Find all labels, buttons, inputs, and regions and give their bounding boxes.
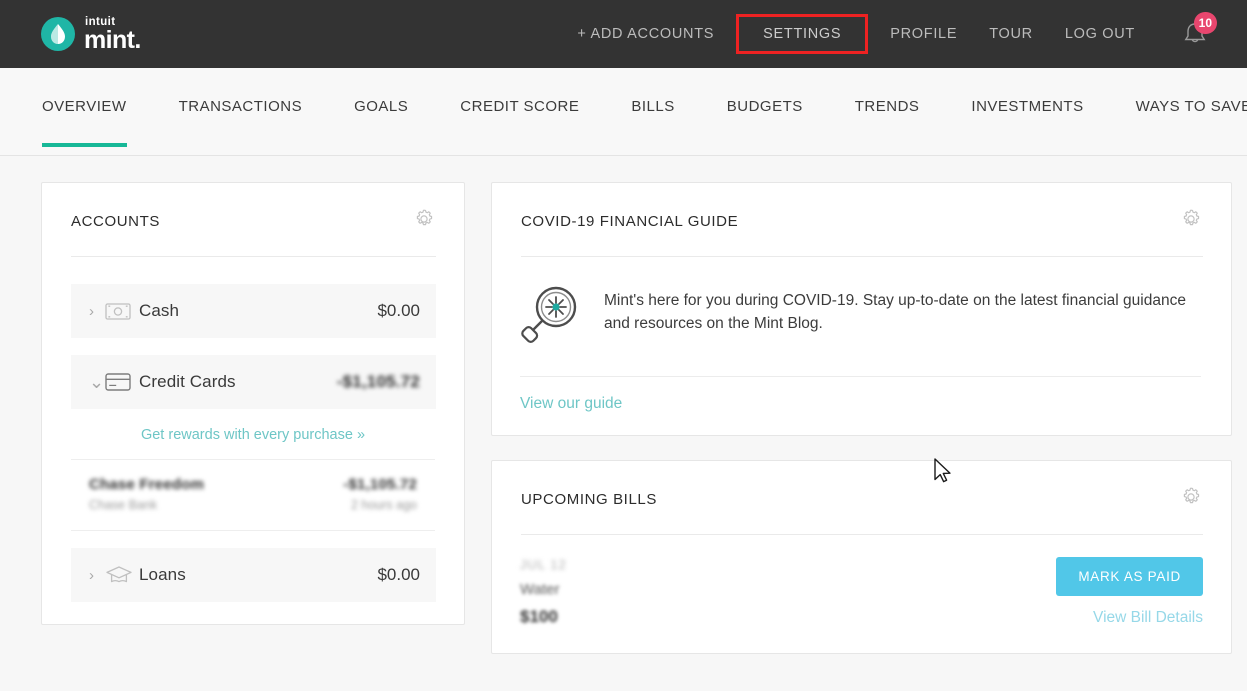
account-group-credit-cards[interactable]: ⌄ Credit Cards -$1,105.72 bbox=[71, 355, 436, 409]
upcoming-bills-card: UPCOMING BILLS JUL 12 Water $100 MARK AS… bbox=[491, 460, 1232, 654]
sub-account-name: Chase Freedom bbox=[89, 476, 204, 493]
covid-card-body: Mint's here for you during COVID-19. Sta… bbox=[492, 257, 1231, 350]
dashboard-main: ACCOUNTS › bbox=[0, 156, 1247, 654]
tab-bills[interactable]: BILLS bbox=[631, 92, 674, 115]
sub-account-row[interactable]: Chase Freedom Chase Bank -$1,105.72 2 ho… bbox=[71, 460, 435, 531]
sub-account-institution: Chase Bank bbox=[89, 498, 204, 512]
sub-account-updated: 2 hours ago bbox=[343, 498, 417, 512]
top-bar: intuit mint. + ADD ACCOUNTS SETTINGS PRO… bbox=[0, 0, 1247, 68]
topnav-settings[interactable]: SETTINGS bbox=[736, 14, 868, 54]
covid-guide-card: COVID-19 FINANCIAL GUIDE bbox=[491, 182, 1232, 436]
tab-investments[interactable]: INVESTMENTS bbox=[971, 92, 1083, 115]
account-group-amount: $0.00 bbox=[377, 565, 420, 585]
bill-row: JUL 12 Water $100 MARK AS PAID View Bill… bbox=[492, 535, 1231, 653]
view-bill-details-link[interactable]: View Bill Details bbox=[1093, 609, 1203, 627]
topnav-profile[interactable]: PROFILE bbox=[874, 16, 973, 52]
bill-info: JUL 12 Water $100 bbox=[520, 557, 567, 627]
accounts-card-header: ACCOUNTS bbox=[42, 183, 464, 236]
top-navigation: + ADD ACCOUNTS SETTINGS PROFILE TOUR LOG… bbox=[0, 0, 1247, 68]
bills-card-header: UPCOMING BILLS bbox=[492, 461, 1231, 514]
gear-icon[interactable] bbox=[1179, 207, 1203, 236]
graduation-cap-icon bbox=[105, 565, 139, 585]
bill-amount: $100 bbox=[520, 607, 567, 627]
accounts-title: ACCOUNTS bbox=[71, 213, 160, 230]
topnav-tour[interactable]: TOUR bbox=[973, 16, 1049, 52]
gear-icon[interactable] bbox=[412, 207, 436, 236]
account-group-amount: $0.00 bbox=[377, 301, 420, 321]
account-group-amount: -$1,105.72 bbox=[337, 372, 420, 392]
account-group-loans[interactable]: › Loans $0.00 bbox=[71, 548, 436, 602]
tab-goals[interactable]: GOALS bbox=[354, 92, 408, 115]
tab-budgets[interactable]: BUDGETS bbox=[727, 92, 803, 115]
tab-ways-to-save[interactable]: WAYS TO SAVE bbox=[1136, 92, 1247, 115]
tab-trends[interactable]: TRENDS bbox=[855, 92, 920, 115]
banknote-icon bbox=[105, 303, 139, 320]
notifications-button[interactable]: 10 bbox=[1173, 12, 1217, 56]
gear-icon[interactable] bbox=[1179, 485, 1203, 514]
notification-count-badge: 10 bbox=[1194, 12, 1217, 34]
chevron-right-icon[interactable]: › bbox=[89, 304, 105, 319]
account-group-name: Loans bbox=[139, 565, 377, 585]
get-rewards-link[interactable]: Get rewards with every purchase » bbox=[71, 409, 435, 460]
magnifier-virus-icon bbox=[520, 283, 582, 350]
topnav-add-accounts[interactable]: + ADD ACCOUNTS bbox=[561, 16, 730, 52]
mark-as-paid-button[interactable]: MARK AS PAID bbox=[1056, 557, 1203, 596]
accounts-column: ACCOUNTS › bbox=[41, 182, 465, 625]
tab-overview[interactable]: OVERVIEW bbox=[42, 92, 127, 115]
tab-transactions[interactable]: TRANSACTIONS bbox=[179, 92, 303, 115]
tab-credit-score[interactable]: CREDIT SCORE bbox=[460, 92, 579, 115]
covid-body-text: Mint's here for you during COVID-19. Sta… bbox=[604, 283, 1201, 336]
accounts-card: ACCOUNTS › bbox=[41, 182, 465, 625]
bill-name: Water bbox=[520, 581, 567, 598]
sub-account-right: -$1,105.72 2 hours ago bbox=[343, 476, 417, 512]
section-tabs: OVERVIEW TRANSACTIONS GOALS CREDIT SCORE… bbox=[0, 68, 1247, 156]
bill-actions: MARK AS PAID View Bill Details bbox=[1056, 557, 1203, 627]
topnav-log-out[interactable]: LOG OUT bbox=[1049, 16, 1151, 52]
right-column: COVID-19 FINANCIAL GUIDE bbox=[491, 182, 1232, 654]
sub-account-left: Chase Freedom Chase Bank bbox=[89, 476, 204, 512]
chevron-down-icon[interactable]: ⌄ bbox=[89, 373, 105, 391]
account-group-name: Credit Cards bbox=[139, 372, 337, 392]
view-our-guide-link[interactable]: View our guide bbox=[492, 377, 1231, 435]
chevron-right-icon[interactable]: › bbox=[89, 568, 105, 583]
account-group-name: Cash bbox=[139, 301, 377, 321]
credit-card-icon bbox=[105, 373, 139, 391]
accounts-divider bbox=[71, 256, 436, 257]
bill-date: JUL 12 bbox=[520, 557, 567, 572]
sub-account-amount: -$1,105.72 bbox=[343, 476, 417, 493]
bills-title: UPCOMING BILLS bbox=[521, 491, 657, 508]
covid-title: COVID-19 FINANCIAL GUIDE bbox=[521, 213, 738, 230]
account-group-cash[interactable]: › Cash $0.00 bbox=[71, 284, 436, 338]
covid-card-header: COVID-19 FINANCIAL GUIDE bbox=[492, 183, 1231, 236]
